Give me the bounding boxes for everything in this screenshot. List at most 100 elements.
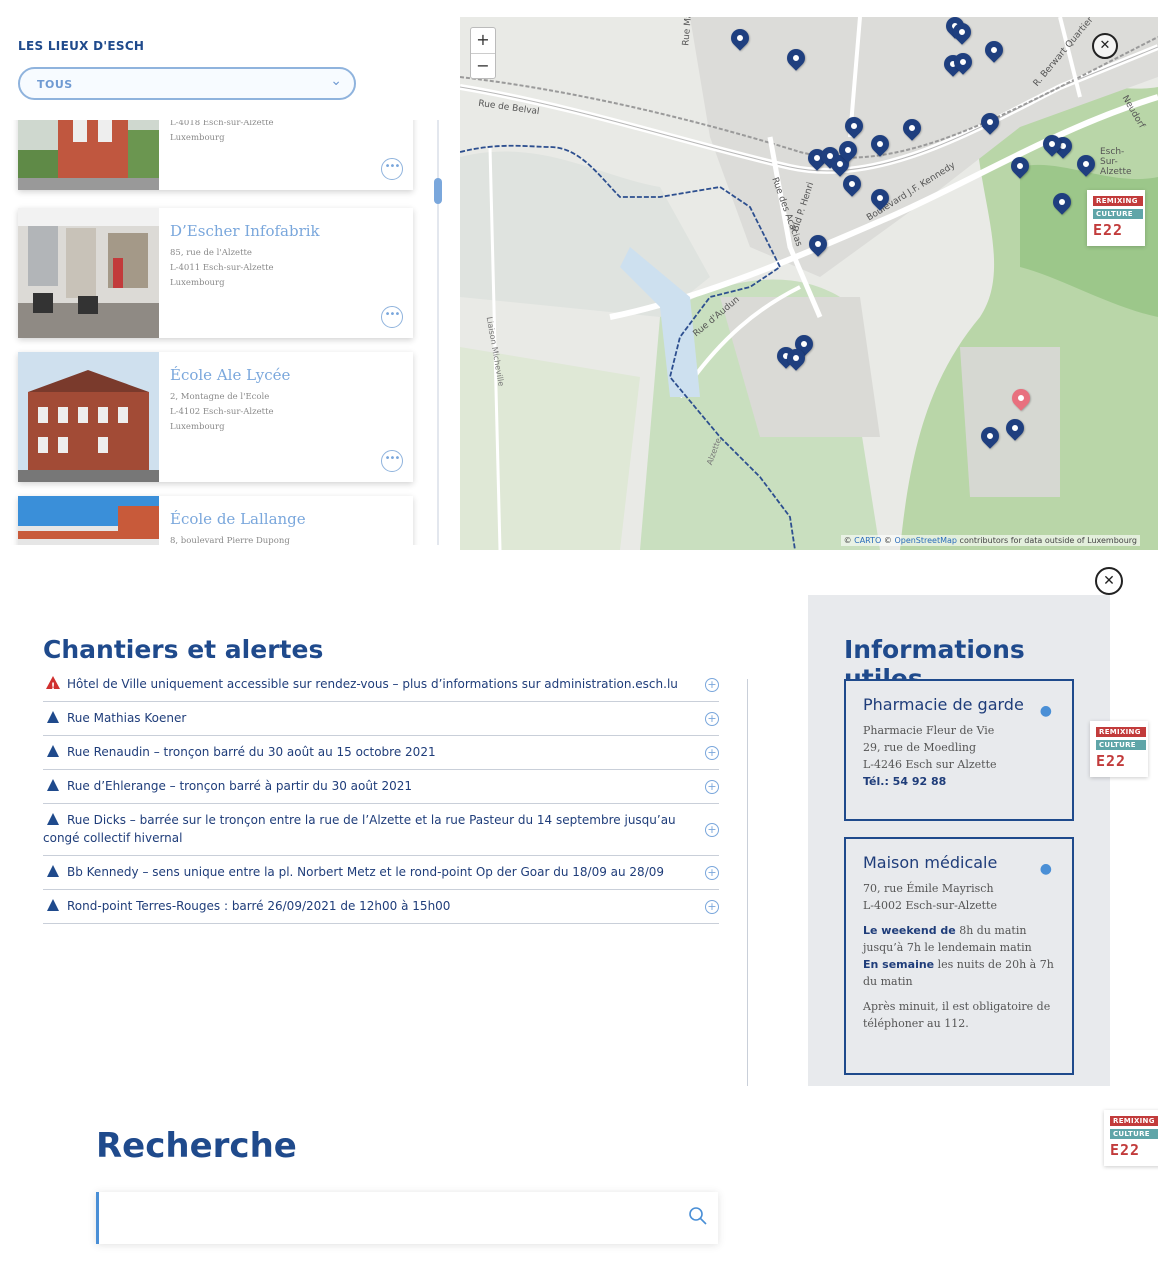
cone-icon <box>47 865 59 877</box>
alerts-title: Chantiers et alertes <box>43 635 324 664</box>
alert-item[interactable]: Rue Mathias Koener + <box>43 702 719 736</box>
search-input[interactable] <box>111 1204 671 1232</box>
alert-text: Rue Renaudin – tronçon barré du 30 août … <box>67 745 436 759</box>
alert-text: Hôtel de Ville uniquement accessible sur… <box>67 677 678 691</box>
alert-item[interactable]: Rue d’Ehlerange – tronçon barré à partir… <box>43 770 719 804</box>
weekend-label: Le weekend de <box>863 924 956 937</box>
attribution-text: contributors for data outside of Luxembo… <box>957 536 1137 545</box>
places-list[interactable]: L-4018 Esch-sur-Alzette Luxembourg ••• D… <box>0 120 450 545</box>
more-options-button[interactable]: ••• <box>381 450 403 472</box>
plus-circle-icon[interactable]: + <box>705 745 719 760</box>
cone-icon <box>47 779 59 791</box>
badge-line: REMIXING <box>1093 196 1143 206</box>
alert-item[interactable]: Rond-point Terres-Rouges : barré 26/09/2… <box>43 890 719 924</box>
badge-logo: E22 <box>1096 752 1127 770</box>
place-photo <box>18 496 159 545</box>
medical-center-title: Maison médicale <box>863 853 998 872</box>
e22-badge[interactable]: REMIXING CULTURE E22 <box>1087 190 1145 246</box>
divider <box>747 679 748 1086</box>
place-address: L-4018 Esch-sur-Alzette Luxembourg <box>170 120 274 146</box>
alert-text: Rue d’Ehlerange – tronçon barré à partir… <box>67 779 413 793</box>
place-card[interactable]: D’Escher Infofabrik 85, rue de l'Alzette… <box>18 208 413 338</box>
place-name[interactable]: École Ale Lycée <box>170 366 290 384</box>
address-line: Luxembourg <box>170 133 225 143</box>
alert-item[interactable]: Rue Renaudin – tronçon barré du 30 août … <box>43 736 719 770</box>
cone-icon <box>47 745 59 757</box>
alert-text: Rue Mathias Koener <box>67 711 187 725</box>
place-address: 8, boulevard Pierre Dupong <box>170 534 290 545</box>
plus-circle-icon[interactable]: + <box>705 865 719 880</box>
map-attribution: © CARTO © OpenStreetMap contributors for… <box>840 535 1140 546</box>
place-name[interactable]: École de Lallange <box>170 510 306 528</box>
address-line: 85, rue de l'Alzette <box>170 248 252 258</box>
place-card[interactable]: École Ale Lycée 2, Montagne de l'Ecole L… <box>18 352 413 482</box>
address-line: L-4102 Esch-sur-Alzette <box>170 407 274 417</box>
alert-text: Bb Kennedy – sens unique entre la pl. No… <box>67 865 665 879</box>
badge-logo: E22 <box>1110 1141 1141 1159</box>
map[interactable]: Rue de Belval Rue des Acacias Bld P. Hen… <box>460 17 1158 550</box>
filter-value: TOUS <box>37 78 73 91</box>
alerts-info-section: ✕ Chantiers et alertes Hôtel de Ville un… <box>0 551 1158 1086</box>
zoom-out-button[interactable]: − <box>471 53 495 78</box>
search-box[interactable] <box>96 1192 718 1244</box>
location-pin-icon[interactable]: ● <box>1040 703 1052 719</box>
plus-circle-icon[interactable]: + <box>705 899 719 914</box>
close-button[interactable]: ✕ <box>1095 567 1123 595</box>
alert-text: Rue Dicks – barrée sur le tronçon entre … <box>43 813 676 845</box>
pharmacy-name: Pharmacie Fleur de Vie <box>863 724 995 737</box>
plus-circle-icon[interactable]: + <box>705 677 719 692</box>
place-photo <box>18 208 159 338</box>
place-address: 2, Montagne de l'Ecole L-4102 Esch-sur-A… <box>170 390 274 435</box>
pharmacy-title: Pharmacie de garde <box>863 695 1024 714</box>
medical-center-card: Maison médicale ● 70, rue Émile Mayrisch… <box>844 837 1074 1075</box>
e22-badge[interactable]: REMIXING CULTURE E22 <box>1104 1110 1158 1166</box>
weekend-hours: Le weekend de 8h du matin jusqu’à 7h le … <box>863 922 1055 956</box>
osm-link[interactable]: OpenStreetMap <box>894 536 957 545</box>
address-line: 2, Montagne de l'Ecole <box>170 392 270 402</box>
badge-line: CULTURE <box>1093 209 1143 219</box>
more-options-button[interactable]: ••• <box>381 158 403 180</box>
warning-icon <box>46 676 60 696</box>
medical-city: L-4002 Esch-sur-Alzette <box>863 899 997 912</box>
place-name[interactable]: D’Escher Infofabrik <box>170 222 320 240</box>
place-card[interactable]: L-4018 Esch-sur-Alzette Luxembourg ••• <box>18 120 413 190</box>
plus-circle-icon[interactable]: + <box>705 822 719 837</box>
badge-line: CULTURE <box>1110 1129 1158 1139</box>
alert-item[interactable]: Hôtel de Ville uniquement accessible sur… <box>43 668 719 702</box>
carto-link[interactable]: CARTO <box>854 536 881 545</box>
pharmacy-city: L-4246 Esch sur Alzette <box>863 758 997 771</box>
plus-circle-icon[interactable]: + <box>705 711 719 726</box>
place-address: 85, rue de l'Alzette L-4011 Esch-sur-Alz… <box>170 246 274 291</box>
e22-badge[interactable]: REMIXING CULTURE E22 <box>1090 721 1148 777</box>
scrollbar-thumb[interactable] <box>434 178 442 204</box>
cone-icon <box>47 813 59 825</box>
plus-circle-icon[interactable]: + <box>705 779 719 794</box>
pharmacy-phone[interactable]: Tél.: 54 92 88 <box>863 773 1055 790</box>
zoom-in-button[interactable]: + <box>471 28 495 53</box>
place-photo <box>18 352 159 482</box>
places-title: LES LIEUX D'ESCH <box>18 39 145 53</box>
place-card[interactable]: École de Lallange 8, boulevard Pierre Du… <box>18 496 413 545</box>
location-pin-icon[interactable]: ● <box>1040 861 1052 877</box>
zoom-control: + − <box>470 27 496 79</box>
search-section: Recherche REMIXING CULTURE E22 <box>0 1086 1158 1264</box>
chevron-down-icon: ⌄ <box>330 73 342 89</box>
cone-icon <box>47 711 59 723</box>
alert-item[interactable]: Rue Dicks – barrée sur le tronçon entre … <box>43 804 719 856</box>
search-icon[interactable] <box>688 1206 708 1226</box>
cone-icon <box>47 899 59 911</box>
alert-text: Rond-point Terres-Rouges : barré 26/09/2… <box>67 899 451 913</box>
alerts-list: Hôtel de Ville uniquement accessible sur… <box>43 668 719 924</box>
address-line: Luxembourg <box>170 422 225 432</box>
place-label: Esch-Sur-Alzette <box>1100 147 1132 177</box>
attribution-text: © <box>843 536 855 545</box>
medical-street: 70, rue Émile Mayrisch <box>863 882 994 895</box>
more-options-button[interactable]: ••• <box>381 306 403 328</box>
map-canvas <box>460 17 1158 550</box>
info-panel: Informations utiles Pharmacie de garde ●… <box>808 595 1110 1086</box>
alert-item[interactable]: Bb Kennedy – sens unique entre la pl. No… <box>43 856 719 890</box>
category-filter-select[interactable]: TOUS ⌄ <box>18 67 356 100</box>
address-line: 8, boulevard Pierre Dupong <box>170 536 290 545</box>
map-close-button[interactable]: ✕ <box>1092 33 1118 59</box>
badge-logo: E22 <box>1093 221 1124 239</box>
